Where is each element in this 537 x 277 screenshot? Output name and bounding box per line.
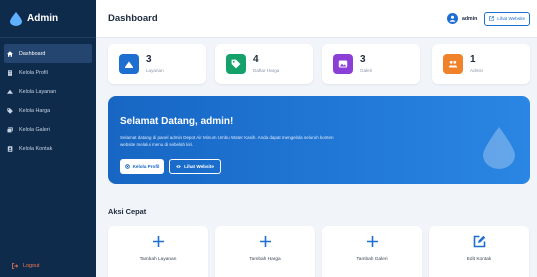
stat-value: 1	[470, 54, 476, 65]
external-link-icon	[489, 16, 495, 21]
home-icon	[7, 50, 13, 57]
stat-card-layanan: 3 Layanan	[108, 44, 206, 84]
sidebar-item-label: Kelola Galeri	[19, 126, 50, 133]
plus-icon	[152, 236, 164, 247]
manage-profile-label: Kelola Profil	[132, 164, 160, 169]
sidebar-nav: Dashboard Kelola Profil Kelola Layanan K…	[0, 44, 96, 158]
edit-icon	[473, 235, 485, 248]
gear-icon	[124, 164, 130, 169]
user-name: admin	[461, 15, 478, 22]
sidebar-item-label: Dashboard	[19, 50, 46, 57]
water-drop-icon	[483, 127, 515, 169]
quick-action-tambah-galeri[interactable]: Tambah Galeri	[322, 226, 422, 277]
user-menu[interactable]: admin	[446, 13, 478, 24]
banner-view-website-button[interactable]: Lihat Website	[169, 159, 221, 174]
truck-icon	[119, 54, 139, 74]
sidebar-item-label: Kelola Profil	[19, 69, 48, 76]
stat-card-harga: 4 Daftar Harga	[215, 44, 313, 84]
sidebar-item-label: Kelola Harga	[19, 107, 51, 114]
stat-value: 3	[360, 54, 366, 65]
sidebar-item-label: Kelola Kontak	[19, 145, 53, 152]
logout-icon	[12, 263, 18, 269]
view-website-label: Lihat Website	[497, 16, 525, 21]
image-icon	[333, 54, 353, 74]
logout-label: Logout	[23, 263, 40, 269]
users-icon	[443, 54, 463, 74]
eye-icon	[176, 165, 181, 168]
water-drop-icon	[10, 11, 22, 26]
quick-action-tambah-harga[interactable]: Tambah Harga	[215, 226, 315, 277]
manage-profile-button[interactable]: Kelola Profil	[120, 159, 164, 174]
tag-icon	[226, 54, 246, 74]
user-avatar-icon	[446, 13, 458, 24]
stat-label: Admin	[470, 68, 484, 73]
stat-label: Daftar Harga	[253, 68, 280, 73]
quick-action-edit-kontak[interactable]: Edit Kontak	[429, 226, 529, 277]
stat-card-galeri: 3 Galeri	[322, 44, 420, 84]
sidebar-item-kelola-galeri[interactable]: Kelola Galeri	[0, 120, 96, 139]
quick-action-tambah-layanan[interactable]: Tambah Layanan	[108, 226, 208, 277]
building-icon	[7, 69, 13, 76]
stat-value: 4	[253, 54, 259, 65]
banner-description: Selamat datang di panel admin Depot Air …	[120, 135, 334, 147]
truck-icon	[7, 89, 13, 95]
stat-label: Layanan	[146, 68, 164, 73]
sidebar-item-kelola-profil[interactable]: Kelola Profil	[0, 63, 96, 82]
top-header: Dashboard admin Lihat Website	[96, 0, 537, 38]
brand-label: Admin	[27, 13, 59, 24]
plus-icon	[366, 236, 378, 247]
logout-button[interactable]: Logout	[12, 263, 40, 269]
sidebar-item-kelola-kontak[interactable]: Kelola Kontak	[0, 139, 96, 158]
quick-action-label: Edit Kontak	[466, 257, 492, 262]
stat-card-admin: 1 Admin	[432, 44, 530, 84]
sidebar-item-kelola-harga[interactable]: Kelola Harga	[0, 101, 96, 120]
sidebar: Admin Dashboard Kelola Profil Kelola Lay…	[0, 0, 96, 277]
sidebar-item-label: Kelola Layanan	[19, 88, 57, 95]
images-icon	[7, 126, 13, 133]
banner-title: Selamat Datang, admin!	[120, 116, 234, 127]
quick-action-label: Tambah Harga	[249, 257, 281, 262]
brand[interactable]: Admin	[0, 0, 96, 38]
banner-view-website-label: Lihat Website	[184, 164, 214, 169]
welcome-banner: Selamat Datang, admin! Selamat datang di…	[108, 96, 530, 184]
plus-icon	[259, 236, 271, 247]
view-website-button[interactable]: Lihat Website	[484, 11, 530, 26]
stat-label: Galeri	[360, 68, 373, 73]
tag-icon	[7, 107, 13, 114]
quick-actions-title: Aksi Cepat	[108, 207, 147, 216]
sidebar-item-dashboard[interactable]: Dashboard	[4, 44, 92, 63]
page-title: Dashboard	[108, 13, 158, 24]
quick-action-label: Tambah Layanan	[139, 257, 177, 262]
quick-action-label: Tambah Galeri	[356, 257, 388, 262]
sidebar-item-kelola-layanan[interactable]: Kelola Layanan	[0, 82, 96, 101]
stat-value: 3	[146, 54, 152, 65]
contact-book-icon	[7, 145, 13, 152]
